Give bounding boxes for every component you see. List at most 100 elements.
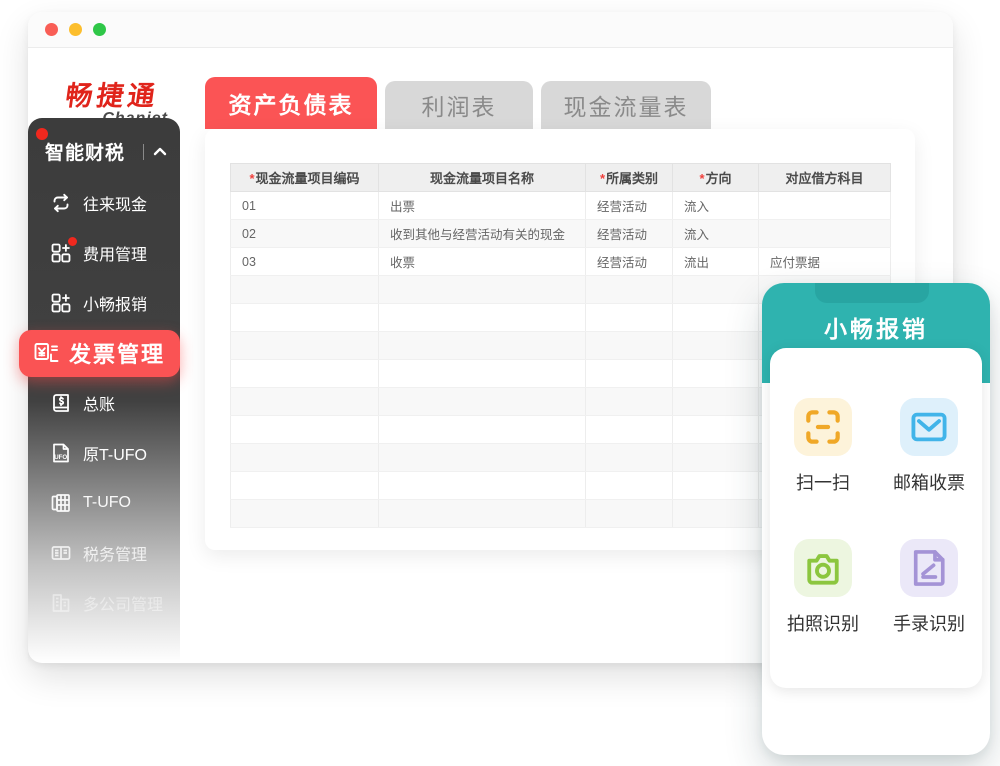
table-cell[interactable] bbox=[586, 360, 673, 388]
sidebar-item-T-UFO[interactable]: T-UFO bbox=[28, 478, 180, 528]
table-row[interactable]: 03收票经营活动流出应付票据 bbox=[231, 248, 891, 276]
minimize-button[interactable] bbox=[69, 23, 82, 36]
column-header-label: 方向 bbox=[706, 171, 732, 186]
table-cell[interactable] bbox=[586, 304, 673, 332]
column-header-label: 对应借方科目 bbox=[785, 171, 863, 186]
table-cell[interactable] bbox=[673, 472, 759, 500]
table-cell[interactable] bbox=[231, 500, 379, 528]
table-cell[interactable]: 03 bbox=[231, 248, 379, 276]
sidebar: 智能财税 往来现金 费用管理 小畅报销 发票管理 总账 UFO原T-UFO T-… bbox=[28, 118, 180, 663]
table-cell[interactable]: 流入 bbox=[673, 220, 759, 248]
card-action-label: 手录识别 bbox=[893, 610, 965, 636]
required-asterisk: * bbox=[699, 171, 704, 186]
table-cell[interactable] bbox=[231, 276, 379, 304]
table-cell[interactable] bbox=[673, 276, 759, 304]
card-action-扫一扫[interactable]: 扫一扫 bbox=[770, 398, 876, 495]
table-cell[interactable] bbox=[673, 360, 759, 388]
table-cell[interactable]: 出票 bbox=[379, 192, 586, 220]
table-cell[interactable] bbox=[379, 472, 586, 500]
table-cell[interactable] bbox=[379, 304, 586, 332]
table-cell[interactable]: 02 bbox=[231, 220, 379, 248]
table-cell[interactable] bbox=[379, 500, 586, 528]
table-cell[interactable] bbox=[673, 388, 759, 416]
table-cell[interactable] bbox=[759, 220, 891, 248]
mail-icon-tile bbox=[900, 398, 958, 456]
sidebar-item-label: 税务管理 bbox=[83, 541, 147, 565]
sidebar-item-总账[interactable]: 总账 bbox=[28, 378, 180, 428]
tab-label: 资产负债表 bbox=[229, 86, 354, 120]
table-cell[interactable] bbox=[673, 304, 759, 332]
tab-利润表[interactable]: 利润表 bbox=[385, 81, 533, 129]
zoom-button[interactable] bbox=[93, 23, 106, 36]
invoice-icon bbox=[33, 340, 60, 367]
table-cell[interactable] bbox=[759, 192, 891, 220]
card-action-手录识别[interactable]: 手录识别 bbox=[876, 539, 982, 636]
table-cell[interactable] bbox=[673, 416, 759, 444]
table-cell[interactable] bbox=[379, 276, 586, 304]
table-cell[interactable] bbox=[586, 472, 673, 500]
column-header-现金流量项目编码: *现金流量项目编码 bbox=[231, 164, 379, 192]
table-cell[interactable]: 经营活动 bbox=[586, 192, 673, 220]
column-header-label: 现金流量项目编码 bbox=[256, 171, 360, 186]
table-cell[interactable] bbox=[379, 416, 586, 444]
card-action-拍照识别[interactable]: 拍照识别 bbox=[770, 539, 876, 636]
sidebar-item-多公司管理[interactable]: 多公司管理 bbox=[28, 578, 180, 628]
chevron-up-icon[interactable] bbox=[152, 144, 168, 160]
table-row[interactable]: 01出票经营活动流入 bbox=[231, 192, 891, 220]
table-cell[interactable]: 01 bbox=[231, 192, 379, 220]
sidebar-item-label: T-UFO bbox=[83, 494, 131, 512]
table-cell[interactable]: 流出 bbox=[673, 248, 759, 276]
card-action-label: 邮箱收票 bbox=[893, 469, 965, 495]
table-cell[interactable]: 应付票据 bbox=[759, 248, 891, 276]
table-cell[interactable] bbox=[231, 360, 379, 388]
table-cell[interactable] bbox=[586, 332, 673, 360]
table-cell[interactable] bbox=[586, 276, 673, 304]
table-cell[interactable] bbox=[379, 444, 586, 472]
card-action-邮箱收票[interactable]: 邮箱收票 bbox=[876, 398, 982, 495]
table-cell[interactable] bbox=[673, 444, 759, 472]
table-cell[interactable] bbox=[586, 416, 673, 444]
tab-现金流量表[interactable]: 现金流量表 bbox=[541, 81, 711, 129]
window-titlebar bbox=[28, 12, 953, 48]
table-row[interactable]: 02收到其他与经营活动有关的现金经营活动流入 bbox=[231, 220, 891, 248]
tufo-icon bbox=[50, 492, 72, 514]
table-cell[interactable] bbox=[231, 304, 379, 332]
table-cell[interactable]: 流入 bbox=[673, 192, 759, 220]
table-cell[interactable] bbox=[231, 472, 379, 500]
table-cell[interactable] bbox=[673, 500, 759, 528]
table-cell[interactable] bbox=[231, 444, 379, 472]
table-cell[interactable]: 经营活动 bbox=[586, 248, 673, 276]
tab-资产负债表[interactable]: 资产负债表 bbox=[205, 77, 377, 129]
table-cell[interactable]: 经营活动 bbox=[586, 220, 673, 248]
sidebar-item-label: 原T-UFO bbox=[83, 441, 147, 465]
table-cell[interactable] bbox=[586, 388, 673, 416]
table-cell[interactable] bbox=[673, 332, 759, 360]
column-header-对应借方科目: 对应借方科目 bbox=[759, 164, 891, 192]
table-cell[interactable] bbox=[379, 388, 586, 416]
table-cell[interactable] bbox=[231, 332, 379, 360]
edit-doc-icon-tile bbox=[900, 539, 958, 597]
sidebar-item-小畅报销[interactable]: 小畅报销 bbox=[28, 278, 180, 328]
table-cell[interactable]: 收票 bbox=[379, 248, 586, 276]
sidebar-item-原T-UFO[interactable]: UFO原T-UFO bbox=[28, 428, 180, 478]
table-cell[interactable] bbox=[379, 360, 586, 388]
scan-icon-tile bbox=[794, 398, 852, 456]
table-cell[interactable] bbox=[231, 388, 379, 416]
close-button[interactable] bbox=[45, 23, 58, 36]
table-cell[interactable] bbox=[586, 500, 673, 528]
table-cell[interactable] bbox=[586, 444, 673, 472]
badge-dot bbox=[68, 237, 77, 246]
card-actions: 扫一扫 邮箱收票 拍照识别 手录识别 bbox=[770, 398, 982, 636]
camera-icon bbox=[801, 546, 845, 590]
column-header-现金流量项目名称: 现金流量项目名称 bbox=[379, 164, 586, 192]
sidebar-item-税务管理[interactable]: 税务管理 bbox=[28, 528, 180, 578]
sidebar-item-发票管理[interactable]: 发票管理 bbox=[28, 328, 180, 378]
reimburse-grid-icon bbox=[50, 292, 72, 314]
table-cell[interactable] bbox=[379, 332, 586, 360]
sidebar-item-往来现金[interactable]: 往来现金 bbox=[28, 178, 180, 228]
table-cell[interactable] bbox=[231, 416, 379, 444]
sidebar-item-费用管理[interactable]: 费用管理 bbox=[28, 228, 180, 278]
ledger-icon bbox=[50, 392, 72, 414]
sidebar-header[interactable]: 智能财税 bbox=[28, 118, 180, 165]
table-cell[interactable]: 收到其他与经营活动有关的现金 bbox=[379, 220, 586, 248]
